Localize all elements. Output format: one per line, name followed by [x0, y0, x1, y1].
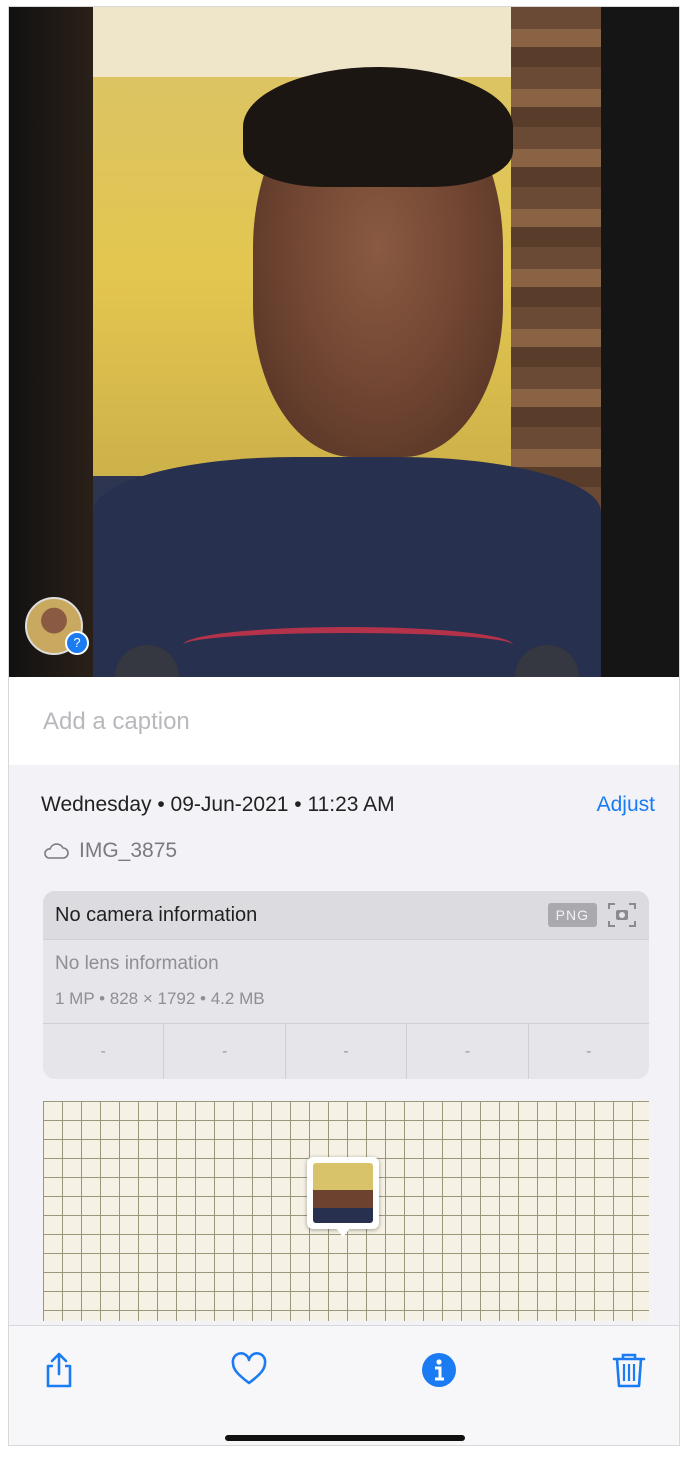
trash-icon[interactable]	[609, 1350, 649, 1390]
selfie-photo	[93, 7, 601, 677]
camera-header-badges: PNG	[547, 901, 637, 929]
info-icon[interactable]	[419, 1350, 459, 1390]
next-photo-strip	[601, 7, 679, 677]
adjust-button[interactable]: Adjust	[597, 793, 655, 817]
location-map[interactable]	[43, 1101, 649, 1321]
unknown-person-badge-icon: ?	[65, 631, 89, 655]
caption-input[interactable]	[41, 707, 445, 737]
exif-shutter: -	[586, 1043, 592, 1060]
camera-info-header: No camera information PNG	[43, 891, 649, 940]
screenshot-icon	[608, 903, 636, 927]
photo-shirt-print	[183, 627, 513, 663]
camera-title: No camera information	[55, 903, 258, 926]
exif-focal-length: -	[164, 1024, 286, 1079]
exif-row: - - - - -	[43, 1023, 649, 1079]
date-time-label: Wednesday • 09-Jun-2021 • 11:23 AM	[41, 793, 395, 816]
caption-field-container	[9, 677, 679, 765]
file-name-row: IMG_3875	[43, 839, 177, 863]
file-name: IMG_3875	[79, 839, 178, 862]
photo-hair	[243, 67, 513, 187]
exif-iso: -	[43, 1024, 165, 1079]
share-icon[interactable]	[39, 1350, 79, 1390]
photo-info-screen: ? Wednesday • 09-Jun-2021 • 11:23 AM Adj…	[8, 6, 680, 1446]
bottom-toolbar	[9, 1325, 679, 1445]
image-specs: 1 MP • 828 × 1792 • 4.2 MB	[55, 989, 265, 1008]
photo-wood-wall	[511, 7, 601, 527]
heart-icon[interactable]	[229, 1350, 269, 1390]
photo-viewer[interactable]: ?	[9, 7, 679, 677]
exif-aperture: -	[407, 1024, 529, 1079]
lens-info: No lens information	[55, 953, 219, 974]
map-pin-tail	[335, 1227, 351, 1237]
camera-info-card: No camera information PNG No lens inform…	[43, 891, 649, 1079]
home-indicator[interactable]	[225, 1435, 465, 1441]
format-badge: PNG	[547, 903, 597, 927]
map-photo-thumbnail	[313, 1163, 373, 1223]
exif-ev: -	[286, 1024, 408, 1079]
cloud-icon	[44, 843, 69, 859]
map-photo-pin[interactable]	[307, 1157, 379, 1237]
previous-photo-strip	[9, 7, 93, 677]
